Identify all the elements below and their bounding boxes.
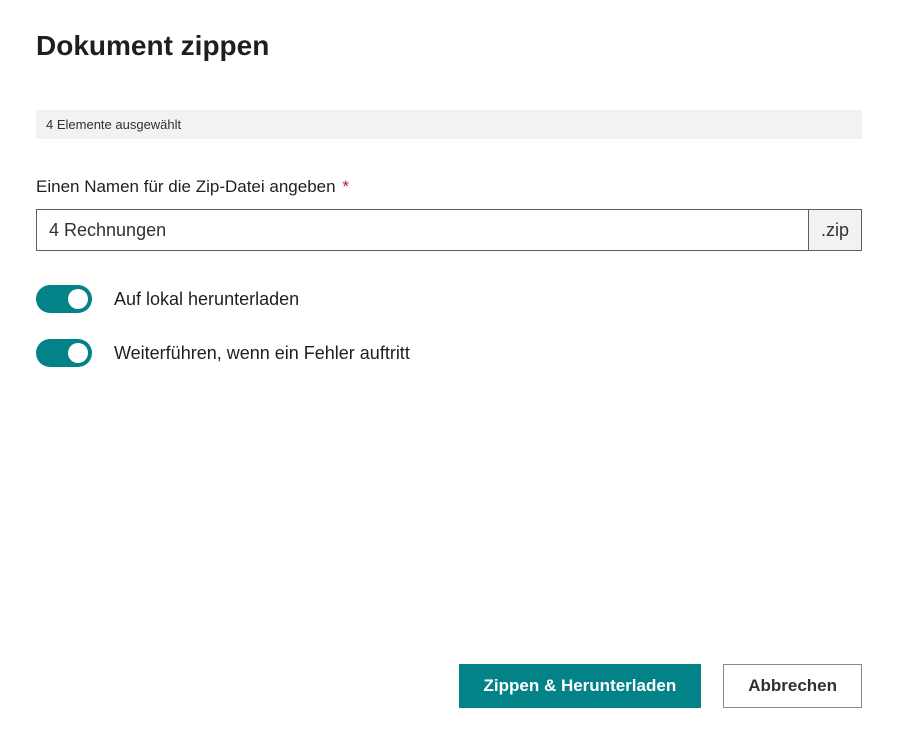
toggle-continue-on-error[interactable]: [36, 339, 92, 367]
zip-and-download-button[interactable]: Zippen & Herunterladen: [459, 664, 702, 708]
filename-input[interactable]: [36, 209, 808, 251]
filename-suffix: .zip: [808, 209, 862, 251]
dialog-button-row: Zippen & Herunterladen Abbrechen: [36, 664, 862, 708]
toggle-continue-on-error-row: Weiterführen, wenn ein Fehler auftritt: [36, 339, 862, 367]
filename-label-text: Einen Namen für die Zip-Datei angeben: [36, 177, 336, 196]
toggle-download-local[interactable]: [36, 285, 92, 313]
spacer: [36, 393, 862, 644]
cancel-button[interactable]: Abbrechen: [723, 664, 862, 708]
toggle-download-local-label: Auf lokal herunterladen: [114, 289, 299, 310]
toggle-continue-on-error-label: Weiterführen, wenn ein Fehler auftritt: [114, 343, 410, 364]
toggle-knob: [68, 343, 88, 363]
required-asterisk: *: [342, 177, 349, 196]
selection-status: 4 Elemente ausgewählt: [36, 110, 862, 139]
dialog-title: Dokument zippen: [36, 30, 862, 62]
toggle-knob: [68, 289, 88, 309]
toggle-download-local-row: Auf lokal herunterladen: [36, 285, 862, 313]
filename-label: Einen Namen für die Zip-Datei angeben *: [36, 177, 862, 197]
filename-input-row: .zip: [36, 209, 862, 251]
